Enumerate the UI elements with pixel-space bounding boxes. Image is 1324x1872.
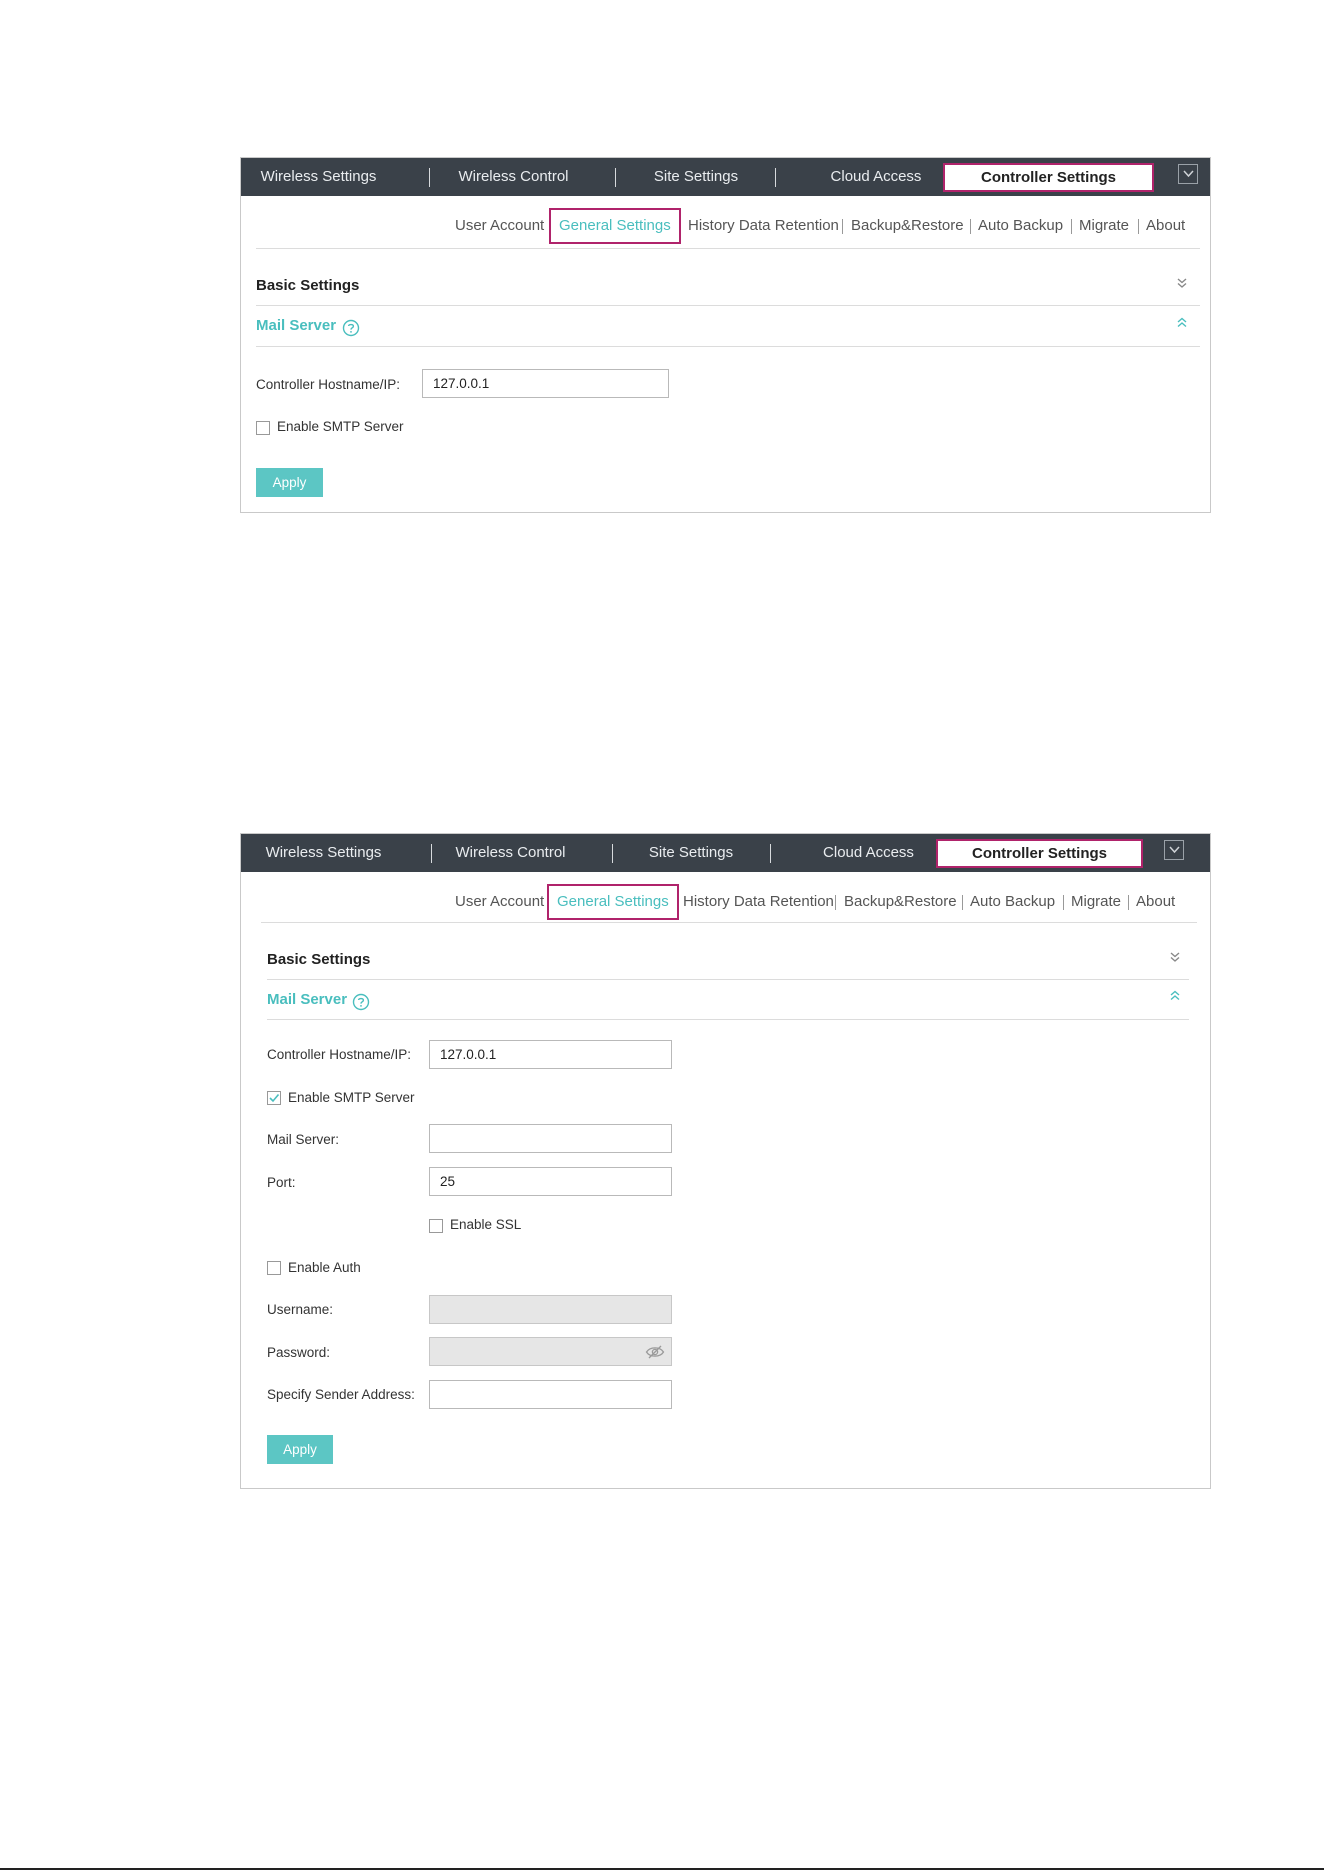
subnav-divider: [970, 219, 971, 234]
sender-address-input[interactable]: [429, 1380, 672, 1409]
nav-divider: [612, 844, 613, 863]
nav-divider: [431, 844, 432, 863]
enable-smtp-label: Enable SMTP Server: [277, 419, 404, 434]
check-icon: [269, 1093, 280, 1103]
mail-server-title[interactable]: Mail Server: [267, 991, 347, 1008]
apply-button[interactable]: Apply: [256, 468, 323, 497]
subnav-divider: [1071, 219, 1072, 234]
subtab-auto-backup[interactable]: Auto Backup: [970, 889, 1055, 915]
enable-ssl-label: Enable SSL: [450, 1217, 522, 1232]
enable-auth-label: Enable Auth: [288, 1260, 361, 1275]
subnav-divider: [1128, 895, 1129, 910]
subtab-history-data-retention[interactable]: History Data Retention: [683, 889, 834, 915]
port-label: Port:: [267, 1175, 296, 1190]
subtab-migrate[interactable]: Migrate: [1079, 213, 1129, 239]
divider: [261, 922, 1197, 923]
subtab-backup-restore[interactable]: Backup&Restore: [844, 889, 957, 915]
password-input[interactable]: [429, 1337, 672, 1366]
double-chevron-down-icon[interactable]: [1169, 951, 1181, 963]
username-input[interactable]: [429, 1295, 672, 1324]
nav-dropdown-button[interactable]: [1164, 840, 1184, 860]
subnav-divider: [842, 219, 843, 234]
eye-off-icon[interactable]: [645, 1345, 665, 1359]
nav-divider: [429, 168, 430, 187]
enable-smtp-label: Enable SMTP Server: [288, 1090, 415, 1105]
question-circle-icon[interactable]: [342, 319, 360, 337]
mail-server-title[interactable]: Mail Server: [256, 317, 336, 334]
divider: [256, 346, 1200, 347]
subtab-general-settings[interactable]: General Settings: [547, 884, 679, 920]
divider: [267, 1019, 1189, 1020]
tab-wireless-settings[interactable]: Wireless Settings: [256, 834, 391, 872]
double-chevron-up-icon[interactable]: [1176, 316, 1188, 328]
chevron-down-icon: [1169, 846, 1180, 854]
page-footer-rule: [0, 1868, 1324, 1870]
enable-ssl-checkbox[interactable]: [429, 1219, 443, 1233]
tab-controller-settings[interactable]: Controller Settings: [943, 163, 1154, 192]
mail-server-input[interactable]: [429, 1124, 672, 1153]
mail-server-label: Mail Server:: [267, 1132, 340, 1147]
nav-dropdown-button[interactable]: [1178, 164, 1198, 184]
subtab-about[interactable]: About: [1136, 889, 1175, 915]
basic-settings-title[interactable]: Basic Settings: [256, 277, 359, 294]
tab-wireless-settings[interactable]: Wireless Settings: [251, 158, 386, 196]
subnav-divider: [1138, 219, 1139, 234]
subtab-user-account[interactable]: User Account: [455, 889, 544, 915]
nav-divider: [775, 168, 776, 187]
tab-controller-settings[interactable]: Controller Settings: [936, 839, 1143, 868]
enable-smtp-checkbox[interactable]: [267, 1091, 281, 1105]
subnav-divider: [1063, 895, 1064, 910]
chevron-down-icon: [1183, 170, 1194, 178]
nav-divider: [770, 844, 771, 863]
subtab-user-account[interactable]: User Account: [455, 213, 544, 239]
subtab-backup-restore[interactable]: Backup&Restore: [851, 213, 964, 239]
subtab-migrate[interactable]: Migrate: [1071, 889, 1121, 915]
sub-navigation: User Account General Settings History Da…: [241, 208, 1210, 244]
nav-divider: [615, 168, 616, 187]
question-circle-icon[interactable]: [352, 993, 370, 1011]
double-chevron-down-icon[interactable]: [1176, 277, 1188, 289]
top-navigation-bar: Wireless Settings Wireless Control Site …: [241, 158, 1210, 196]
password-label: Password:: [267, 1345, 331, 1360]
hostname-input[interactable]: [429, 1040, 672, 1069]
divider: [256, 248, 1200, 249]
divider: [267, 979, 1189, 980]
double-chevron-up-icon[interactable]: [1169, 989, 1181, 1001]
sub-navigation: User Account General Settings History Da…: [241, 884, 1210, 920]
tab-cloud-access[interactable]: Cloud Access: [786, 834, 951, 872]
subnav-divider: [835, 895, 836, 910]
top-navigation-bar: Wireless Settings Wireless Control Site …: [241, 834, 1210, 872]
enable-smtp-checkbox[interactable]: [256, 421, 270, 435]
basic-settings-title[interactable]: Basic Settings: [267, 951, 370, 968]
settings-panel-collapsed: Wireless Settings Wireless Control Site …: [240, 157, 1211, 513]
hostname-label: Controller Hostname/IP:: [256, 377, 401, 392]
subtab-history-data-retention[interactable]: History Data Retention: [688, 213, 839, 239]
hostname-input[interactable]: [422, 369, 669, 398]
tab-wireless-control[interactable]: Wireless Control: [441, 158, 586, 196]
hostname-label: Controller Hostname/IP:: [267, 1047, 412, 1062]
tab-site-settings[interactable]: Site Settings: [641, 158, 751, 196]
port-input[interactable]: [429, 1167, 672, 1196]
divider: [256, 305, 1200, 306]
subnav-divider: [962, 895, 963, 910]
tab-wireless-control[interactable]: Wireless Control: [438, 834, 583, 872]
subtab-general-settings[interactable]: General Settings: [549, 208, 681, 244]
subtab-auto-backup[interactable]: Auto Backup: [978, 213, 1063, 239]
apply-button[interactable]: Apply: [267, 1435, 333, 1464]
tab-cloud-access[interactable]: Cloud Access: [791, 158, 961, 196]
tab-site-settings[interactable]: Site Settings: [636, 834, 746, 872]
sender-address-label: Specify Sender Address:: [267, 1387, 415, 1402]
username-label: Username:: [267, 1302, 334, 1317]
enable-auth-checkbox[interactable]: [267, 1261, 281, 1275]
settings-panel-smtp-enabled: Wireless Settings Wireless Control Site …: [240, 833, 1211, 1489]
subtab-about[interactable]: About: [1146, 213, 1185, 239]
